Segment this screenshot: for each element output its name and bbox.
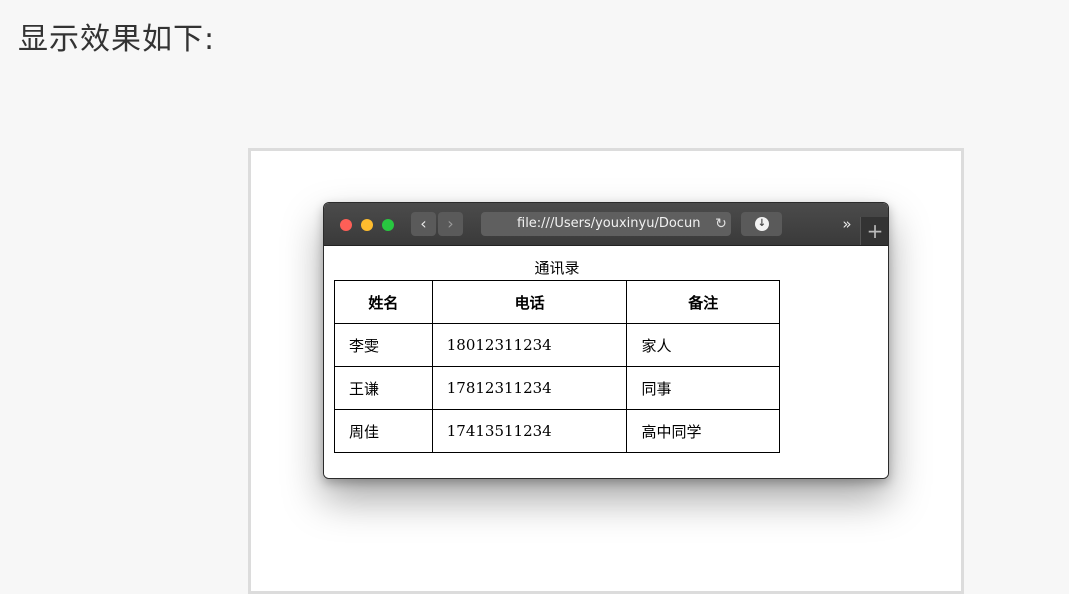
double-chevron-icon: » bbox=[842, 215, 852, 233]
contacts-table: 姓名 电话 备注 李雯 18012311234 家人 王谦 1781231123… bbox=[334, 280, 780, 453]
more-toolbar-button[interactable]: » bbox=[839, 212, 855, 236]
cell-name: 王谦 bbox=[334, 366, 433, 410]
header-note: 备注 bbox=[626, 280, 780, 324]
cell-note: 同事 bbox=[626, 366, 780, 410]
address-bar[interactable]: file:///Users/youxinyu/Docun bbox=[481, 212, 731, 236]
browser-titlebar: ‹ › file:///Users/youxinyu/Docun ↻ ↓ » + bbox=[324, 203, 888, 246]
cell-note: 高中同学 bbox=[626, 409, 780, 453]
back-button[interactable]: ‹ bbox=[411, 212, 436, 236]
header-phone: 电话 bbox=[431, 280, 628, 324]
page-content: 通讯录 姓名 电话 备注 李雯 18012311234 家人 王谦 178123… bbox=[324, 246, 888, 478]
plus-icon: + bbox=[866, 219, 884, 243]
reload-icon: ↻ bbox=[715, 216, 727, 232]
new-tab-button[interactable]: + bbox=[860, 217, 888, 245]
forward-button[interactable]: › bbox=[438, 212, 463, 236]
table-row: 周佳 17413511234 高中同学 bbox=[334, 409, 780, 453]
chevron-right-icon: › bbox=[447, 214, 454, 233]
cell-phone: 17413511234 bbox=[431, 409, 628, 453]
browser-window: ‹ › file:///Users/youxinyu/Docun ↻ ↓ » +… bbox=[323, 202, 889, 479]
table-caption: 通讯录 bbox=[534, 259, 580, 277]
table-row: 王谦 17812311234 同事 bbox=[334, 366, 780, 410]
minimize-window-icon[interactable] bbox=[361, 219, 373, 231]
chevron-left-icon: ‹ bbox=[420, 214, 427, 233]
header-name: 姓名 bbox=[334, 280, 433, 324]
cell-name: 周佳 bbox=[334, 409, 433, 453]
table-row: 李雯 18012311234 家人 bbox=[334, 323, 780, 367]
cell-name: 李雯 bbox=[334, 323, 433, 367]
cell-phone: 18012311234 bbox=[431, 323, 628, 367]
reload-button[interactable]: ↻ bbox=[711, 212, 731, 236]
intro-text: 显示效果如下: bbox=[18, 22, 216, 57]
table-header-row: 姓名 电话 备注 bbox=[334, 280, 780, 324]
downloads-button[interactable]: ↓ bbox=[741, 212, 782, 236]
zoom-window-icon[interactable] bbox=[382, 219, 394, 231]
cell-phone: 17812311234 bbox=[431, 366, 628, 410]
close-window-icon[interactable] bbox=[340, 219, 352, 231]
download-icon: ↓ bbox=[755, 217, 769, 231]
cell-note: 家人 bbox=[626, 323, 780, 367]
